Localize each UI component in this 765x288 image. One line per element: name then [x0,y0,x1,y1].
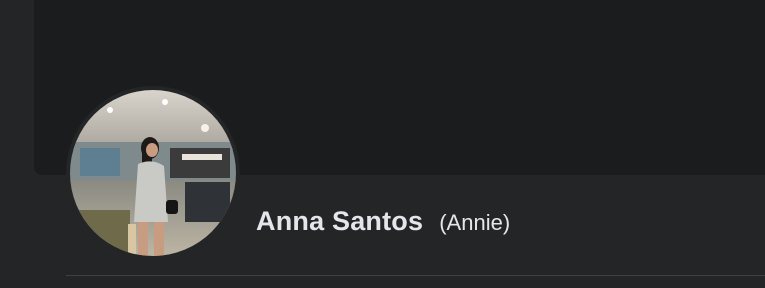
profile-name[interactable]: Anna Santos [256,206,423,237]
profile-header: Anna Santos (Annie) [0,0,765,288]
profile-photo-icon [70,90,236,256]
divider [66,275,765,276]
profile-name-row: Anna Santos (Annie) [256,206,510,246]
profile-avatar[interactable] [66,86,240,260]
profile-nickname: (Annie) [439,210,511,235]
